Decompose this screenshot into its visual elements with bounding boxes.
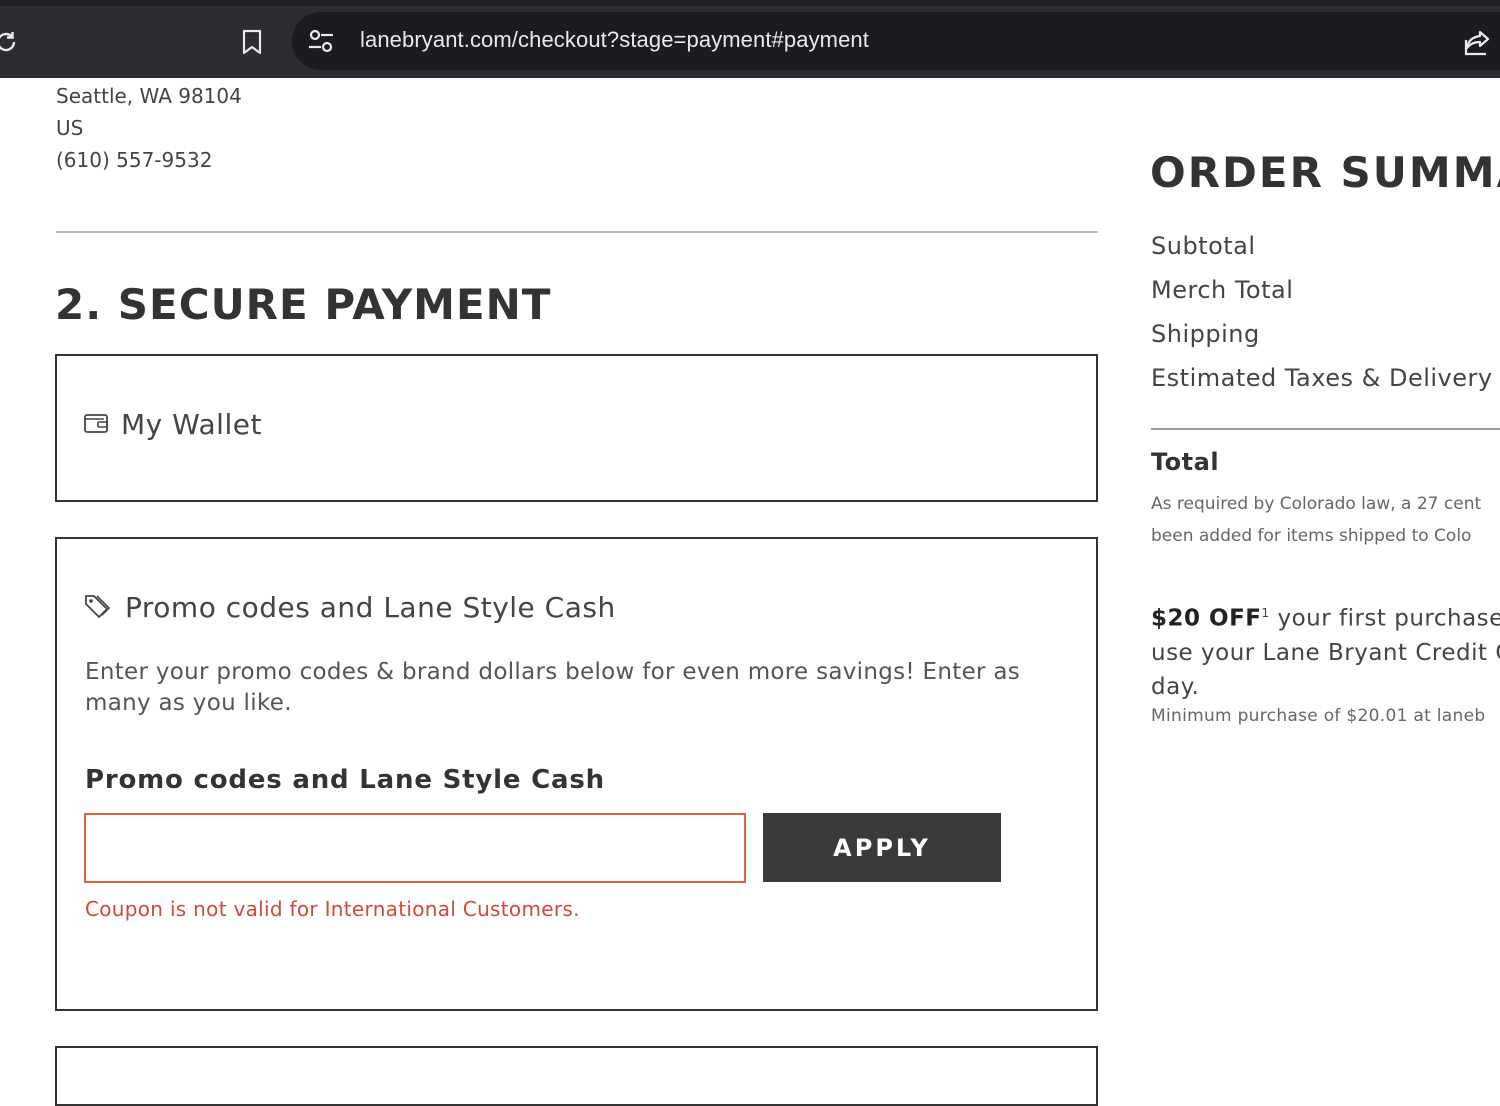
summary-divider: [1151, 428, 1500, 430]
offer-line-1: your first purchase w: [1277, 605, 1500, 632]
section-divider: [56, 231, 1098, 233]
wallet-toggle[interactable]: My Wallet: [83, 408, 262, 441]
summary-total-label: Total: [1151, 448, 1220, 476]
promo-heading-label: Promo codes and Lane Style Cash: [125, 591, 616, 624]
reload-icon[interactable]: [0, 22, 26, 62]
offer-line-2: use your Lane Bryant Credit C: [1151, 639, 1500, 666]
summary-row-taxes: Estimated Taxes & Delivery: [1151, 364, 1493, 392]
wallet-panel[interactable]: My Wallet: [55, 354, 1098, 502]
address-country: US: [56, 116, 84, 140]
summary-row-merch-total: Merch Total: [1151, 276, 1294, 304]
wallet-label: My Wallet: [121, 408, 262, 441]
next-payment-panel[interactable]: [55, 1046, 1098, 1106]
offer-line-3: day.: [1151, 673, 1200, 700]
address-bar[interactable]: lanebryant.com/checkout?stage=payment#pa…: [292, 12, 1500, 70]
promo-code-input[interactable]: [84, 813, 746, 883]
legal-line-1: As required by Colorado law, a 27 cent: [1151, 494, 1482, 514]
colorado-legal-note: As required by Colorado law, a 27 cent b…: [1151, 488, 1500, 552]
site-settings-icon[interactable]: [306, 26, 336, 56]
tab-strip-edge: [0, 0, 1500, 6]
tag-icon: [83, 592, 113, 624]
promo-error-message: Coupon is not valid for International Cu…: [85, 897, 580, 921]
shipping-address: Seattle, WA 98104 US (610) 557-9532: [56, 80, 242, 176]
order-summary-title: ORDER SUMMA: [1150, 148, 1500, 197]
url-text[interactable]: lanebryant.com/checkout?stage=payment#pa…: [360, 27, 869, 53]
promo-heading: Promo codes and Lane Style Cash: [83, 591, 616, 624]
offer-fine-print: Minimum purchase of $20.01 at laneb: [1151, 706, 1486, 726]
share-icon[interactable]: [1462, 26, 1494, 58]
promo-panel: Promo codes and Lane Style Cash Enter yo…: [55, 537, 1098, 1011]
browser-toolbar: lanebryant.com/checkout?stage=payment#pa…: [0, 0, 1500, 78]
secure-payment-title: 2. SECURE PAYMENT: [55, 280, 552, 329]
legal-line-2: been added for items shipped to Colo: [1151, 526, 1472, 546]
address-city-line: Seattle, WA 98104: [56, 84, 242, 108]
offer-amount: $20 OFF: [1151, 605, 1262, 632]
promo-description: Enter your promo codes & brand dollars b…: [85, 659, 1021, 716]
wallet-icon: [83, 411, 109, 439]
apply-button[interactable]: APPLY: [763, 813, 1001, 882]
summary-row-shipping: Shipping: [1151, 320, 1260, 348]
promo-field-label: Promo codes and Lane Style Cash: [85, 765, 605, 795]
address-phone: (610) 557-9532: [56, 148, 213, 172]
offer-footnote-mark: 1: [1261, 606, 1270, 620]
summary-row-subtotal: Subtotal: [1151, 232, 1256, 260]
bookmark-icon[interactable]: [232, 22, 272, 62]
credit-card-offer: $20 OFF1 your first purchase w use your …: [1151, 596, 1500, 704]
